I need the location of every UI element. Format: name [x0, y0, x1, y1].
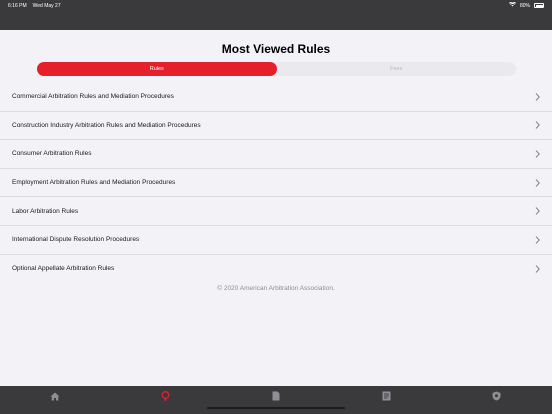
- tab-about[interactable]: [442, 386, 552, 414]
- rule-row-labor[interactable]: Labor Arbitration Rules: [0, 197, 552, 226]
- tab-rules[interactable]: [110, 386, 220, 414]
- battery-percent: 80%: [519, 2, 530, 9]
- tab-documents[interactable]: [331, 386, 441, 414]
- rule-row-construction[interactable]: Construction Industry Arbitration Rules …: [0, 111, 552, 141]
- tab-bar: [0, 386, 552, 414]
- segment-fees[interactable]: Fees: [277, 62, 517, 76]
- status-date: Wed May 27: [32, 2, 61, 9]
- tab-files[interactable]: [221, 386, 331, 414]
- copyright-text: © 2020 American Arbitration Association.: [217, 285, 335, 292]
- wifi-icon: [508, 1, 516, 9]
- rules-list: Commercial Arbitration Rules and Mediati…: [0, 83, 552, 284]
- main-content: Most Viewed Rules Rules Fees Commercial …: [0, 30, 552, 386]
- rule-label: International Dispute Resolution Procedu…: [12, 236, 140, 244]
- chevron-right-icon: [532, 92, 540, 102]
- rule-row-appellate[interactable]: Optional Appellate Arbitration Rules: [0, 254, 552, 284]
- gavel-icon: [161, 388, 170, 406]
- chevron-right-icon: [532, 149, 540, 159]
- document-icon: [382, 388, 391, 406]
- chevron-right-icon: [532, 120, 540, 130]
- status-left: 6:16 PM Wed May 27: [8, 3, 61, 9]
- status-right: 80%: [508, 1, 544, 9]
- rule-label: Labor Arbitration Rules: [12, 207, 79, 215]
- rule-row-employment[interactable]: Employment Arbitration Rules and Mediati…: [0, 168, 552, 198]
- segment-rules[interactable]: Rules: [37, 62, 277, 76]
- status-bar: 6:16 PM Wed May 27 80%: [0, 0, 552, 11]
- rule-label: Construction Industry Arbitration Rules …: [12, 121, 201, 129]
- chevron-right-icon: [532, 264, 540, 274]
- rule-label: Commercial Arbitration Rules and Mediati…: [12, 93, 174, 101]
- navigation-bar: [0, 11, 552, 30]
- badge-icon: [492, 388, 501, 406]
- rule-label: Consumer Arbitration Rules: [12, 150, 92, 158]
- rule-row-commercial[interactable]: Commercial Arbitration Rules and Mediati…: [0, 83, 552, 112]
- chevron-right-icon: [532, 178, 540, 188]
- chevron-right-icon: [532, 235, 540, 245]
- status-time: 6:16 PM: [8, 2, 27, 9]
- rule-row-consumer[interactable]: Consumer Arbitration Rules: [0, 140, 552, 169]
- rule-row-international[interactable]: International Dispute Resolution Procedu…: [0, 225, 552, 255]
- home-icon: [50, 388, 60, 406]
- folder-icon: [272, 388, 280, 406]
- chevron-right-icon: [532, 206, 540, 216]
- rule-label: Optional Appellate Arbitration Rules: [12, 265, 115, 273]
- home-indicator: [207, 407, 345, 409]
- page-title: Most Viewed Rules: [221, 42, 331, 56]
- battery-icon: [534, 3, 544, 8]
- segmented-control: Rules Fees: [37, 62, 516, 76]
- tab-home[interactable]: [0, 386, 110, 414]
- rule-label: Employment Arbitration Rules and Mediati…: [12, 179, 176, 187]
